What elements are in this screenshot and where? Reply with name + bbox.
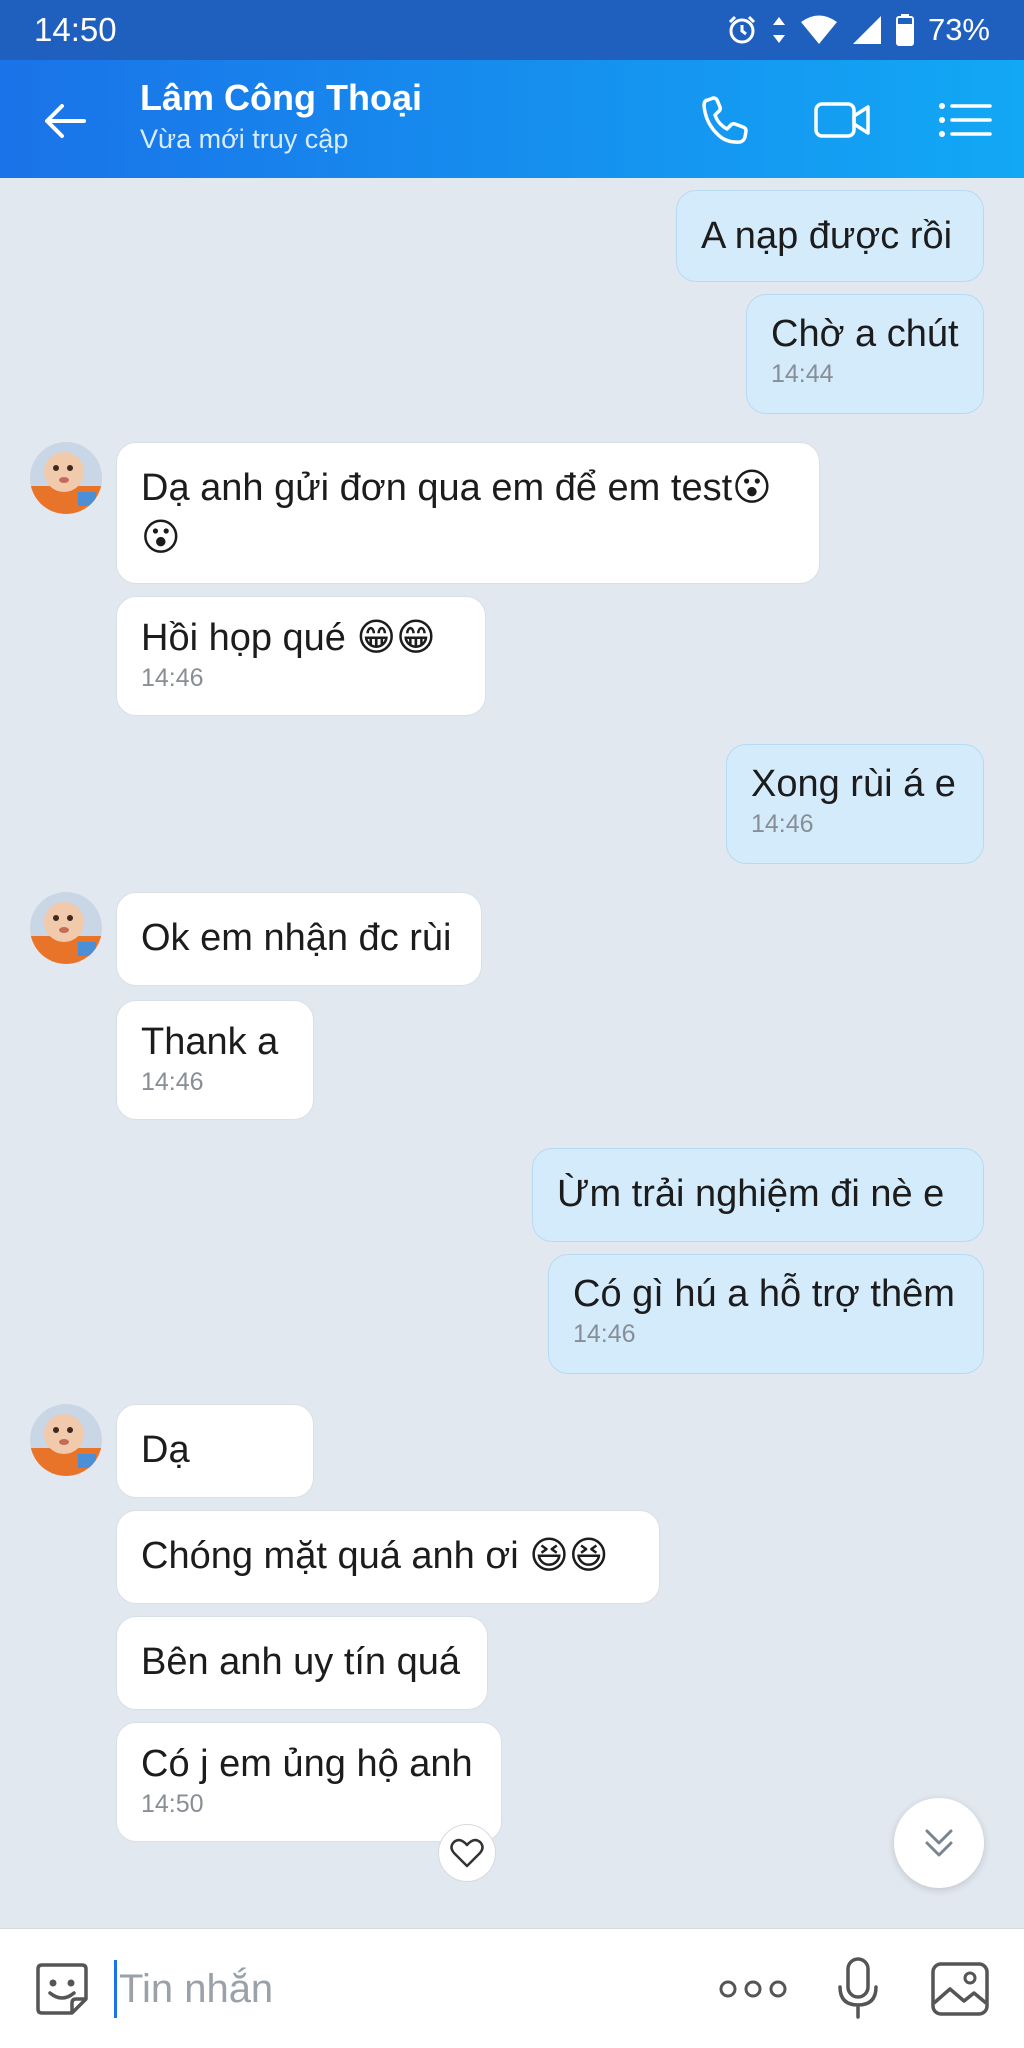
microphone-icon[interactable] [836, 1957, 880, 2021]
message-bubble-outgoing[interactable]: Ừm trải nghiệm đi nè e [532, 1148, 984, 1242]
message-text: Thank a [141, 1021, 279, 1063]
wifi-icon [800, 15, 837, 44]
message-text: Bên anh uy tín quá [141, 1641, 461, 1683]
video-icon[interactable] [812, 92, 872, 148]
data-arrows-icon [772, 17, 785, 43]
message-text: Ok em nhận đc rùi [141, 917, 452, 959]
status-time: 14:50 [34, 11, 117, 48]
avatar[interactable] [30, 892, 102, 964]
message-text: Chờ a chút [771, 313, 959, 355]
battery-level: 73% [927, 12, 990, 47]
message-text: Dạ anh gửi đơn qua em để em test😮 [141, 467, 772, 509]
message-bubble-incoming[interactable]: Có j em ủng hộ anh 14:50 [116, 1722, 502, 1842]
message-bubble-incoming[interactable]: Hồi họp qué 😁😁 14:46 [116, 596, 486, 716]
message-text: Có gì hú a hỗ trợ thêm [573, 1273, 955, 1315]
signal-icon [852, 16, 881, 44]
avatar[interactable] [30, 1404, 102, 1476]
contact-name: Lâm Công Thoại [140, 77, 422, 118]
message-bubble-incoming[interactable]: Dạ anh gửi đơn qua em để em test😮 😮 [116, 442, 820, 584]
battery-icon [895, 14, 914, 46]
message-text: Hồi họp qué 😁😁 [141, 617, 436, 659]
message-timestamp: 14:46 [141, 664, 204, 692]
message-timestamp: 14:46 [141, 1068, 204, 1096]
message-bubble-incoming[interactable]: Ok em nhận đc rùi [116, 892, 482, 986]
message-timestamp: 14:46 [751, 810, 814, 838]
message-bubble-outgoing[interactable]: Xong rùi á e 14:46 [726, 744, 984, 864]
message-bubble-outgoing[interactable]: Có gì hú a hỗ trợ thêm 14:46 [548, 1254, 984, 1374]
scroll-to-bottom-button[interactable] [894, 1798, 984, 1888]
status-bar: 14:50 73% [0, 0, 1024, 60]
image-icon[interactable] [930, 1961, 990, 2017]
heart-icon [450, 1838, 484, 1868]
message-text: Có j em ủng hộ anh [141, 1743, 473, 1785]
avatar[interactable] [30, 442, 102, 514]
text-caret [114, 1960, 117, 2018]
message-bubble-incoming[interactable]: Chóng mặt quá anh ơi 😆😆 [116, 1510, 660, 1604]
sticker-icon[interactable] [32, 1959, 92, 2019]
avatar-image [30, 1404, 102, 1476]
phone-icon[interactable] [696, 92, 756, 148]
message-text: Chóng mặt quá anh ơi 😆😆 [141, 1535, 609, 1577]
message-timestamp: 14:50 [141, 1790, 204, 1818]
message-timestamp: 14:46 [573, 1320, 636, 1348]
chevron-double-down-icon [925, 1829, 953, 1857]
more-dots-icon[interactable] [718, 1979, 788, 1999]
message-bubble-incoming[interactable]: Bên anh uy tín quá [116, 1616, 488, 1710]
message-input-bar: Tin nhắn [0, 1928, 1024, 2048]
message-bubble-incoming[interactable]: Thank a 14:46 [116, 1000, 314, 1120]
message-text: A nạp được rồi [701, 215, 953, 257]
alarm-icon [728, 15, 756, 44]
message-text: Dạ [141, 1429, 190, 1471]
message-timestamp: 14:44 [771, 360, 834, 388]
message-input-placeholder: Tin nhắn [119, 1966, 274, 2011]
chat-area[interactable]: A nạp được rồi Chờ a chút 14:44 Dạ anh g… [0, 178, 1024, 1928]
message-text: Ừm trải nghiệm đi nè e [557, 1173, 945, 1215]
message-bubble-outgoing[interactable]: A nạp được rồi [676, 190, 984, 282]
message-input[interactable]: Tin nhắn [114, 1959, 674, 2019]
arrow-left-icon[interactable] [40, 96, 90, 146]
message-text-continued: 😮 [141, 517, 181, 559]
status-icons: 73% [726, 12, 990, 48]
contact-info[interactable]: Lâm Công Thoại Vừa mới truy cập [140, 76, 422, 158]
avatar-image [30, 442, 102, 514]
message-bubble-incoming[interactable]: Dạ [116, 1404, 314, 1498]
contact-status: Vừa mới truy cập [140, 124, 349, 154]
avatar-image [30, 892, 102, 964]
message-text: Xong rùi á e [751, 763, 956, 805]
reaction-button[interactable] [438, 1824, 496, 1882]
list-menu-icon[interactable] [934, 92, 994, 148]
message-bubble-outgoing[interactable]: Chờ a chút 14:44 [746, 294, 984, 414]
chat-header: Lâm Công Thoại Vừa mới truy cập [0, 60, 1024, 178]
